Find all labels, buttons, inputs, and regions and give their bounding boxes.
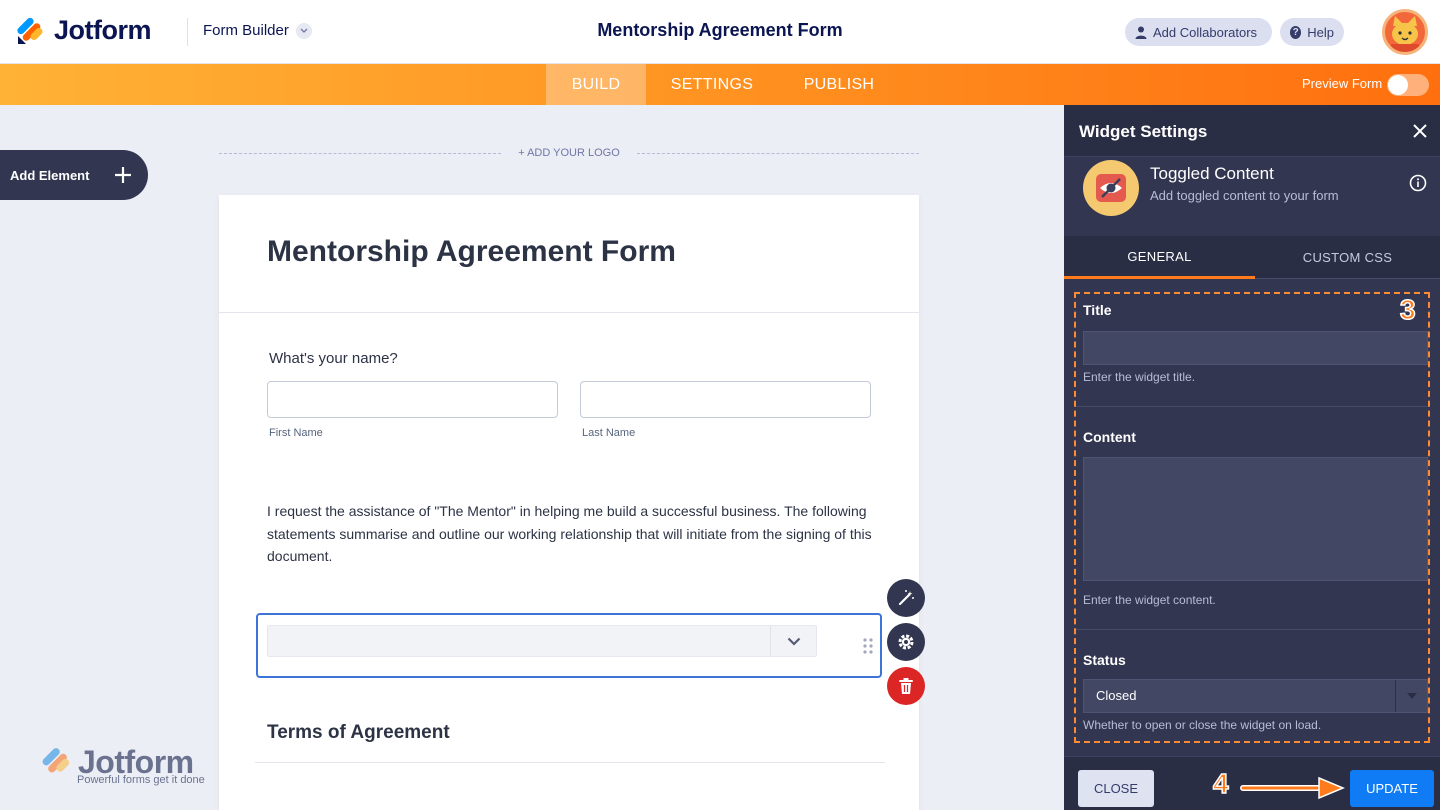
header-divider bbox=[187, 18, 188, 46]
panel-footer: CLOSE 4 UPDATE bbox=[1064, 756, 1440, 810]
title-divider bbox=[219, 312, 919, 313]
toggled-content-widget[interactable] bbox=[256, 613, 882, 678]
toggle-knob bbox=[1388, 75, 1408, 95]
title-input[interactable] bbox=[1083, 331, 1428, 365]
form-title[interactable]: Mentorship Agreement Form bbox=[267, 235, 676, 269]
widget-thumbnail bbox=[1083, 160, 1139, 216]
first-name-sublabel: First Name bbox=[269, 427, 323, 439]
panel-title: Widget Settings bbox=[1079, 122, 1208, 141]
form-builder-label: Form Builder bbox=[203, 22, 289, 39]
add-element-button[interactable]: Add Element bbox=[0, 150, 148, 200]
logo-dashed-line-right bbox=[637, 153, 919, 154]
first-name-input[interactable] bbox=[267, 381, 558, 418]
name-question-label[interactable]: What's your name? bbox=[269, 350, 398, 367]
gear-icon bbox=[898, 634, 914, 650]
magic-wand-icon bbox=[898, 590, 914, 606]
add-collaborators-label: Add Collaborators bbox=[1153, 24, 1258, 40]
caret-down-icon bbox=[1406, 693, 1417, 699]
add-logo-link[interactable]: + ADD YOUR LOGO bbox=[505, 147, 633, 159]
widget-settings-button[interactable] bbox=[887, 623, 925, 661]
watermark-tagline: Powerful forms get it done bbox=[77, 774, 205, 786]
document-title[interactable]: Mentorship Agreement Form bbox=[597, 20, 842, 40]
title-field-help: Enter the widget title. bbox=[1083, 370, 1196, 384]
last-name-input[interactable] bbox=[580, 381, 871, 418]
jotform-watermark-logo-icon bbox=[42, 748, 70, 773]
widget-description: Add toggled content to your form bbox=[1150, 188, 1339, 203]
tab-build[interactable]: BUILD bbox=[546, 64, 646, 105]
add-element-label: Add Element bbox=[10, 167, 90, 183]
widget-expand-toggle[interactable] bbox=[770, 626, 816, 656]
status-select-arrow[interactable] bbox=[1395, 680, 1427, 712]
content-field-label: Content bbox=[1083, 429, 1136, 445]
help-label: Help bbox=[1307, 24, 1334, 40]
field-divider bbox=[1076, 406, 1428, 407]
brand-name: Jotform bbox=[54, 14, 152, 45]
status-field-help: Whether to open or close the widget on l… bbox=[1083, 718, 1322, 732]
delete-field-button[interactable] bbox=[887, 667, 925, 705]
annotation-step-3: 3 bbox=[1399, 293, 1416, 326]
close-icon[interactable] bbox=[1412, 123, 1428, 139]
panel-tabs: GENERAL CUSTOM CSS bbox=[1064, 236, 1440, 279]
tab-publish[interactable]: PUBLISH bbox=[786, 64, 892, 105]
tab-general[interactable]: GENERAL bbox=[1064, 236, 1255, 279]
jotform-logo[interactable]: Jotform bbox=[16, 14, 152, 46]
intro-paragraph[interactable]: I request the assistance of "The Mentor"… bbox=[267, 500, 877, 568]
logo-dashed-line-left bbox=[219, 153, 501, 154]
plus-icon bbox=[115, 167, 131, 183]
form-card: Mentorship Agreement Form What's your na… bbox=[219, 195, 919, 810]
add-collaborators-button[interactable]: Add Collaborators bbox=[1125, 18, 1272, 46]
builder-navbar: BUILD SETTINGS PUBLISH Preview Form bbox=[0, 64, 1440, 105]
chevron-down-icon bbox=[787, 637, 800, 646]
drag-handle-icon[interactable] bbox=[862, 637, 874, 655]
panel-header: Widget Settings bbox=[1064, 105, 1440, 157]
top-header: Jotform Form Builder Mentorship Agreemen… bbox=[0, 0, 1440, 64]
widget-settings-panel: Widget Settings Toggled Content Add togg… bbox=[1064, 105, 1440, 810]
status-selected-value: Closed bbox=[1096, 688, 1137, 703]
tab-custom-css[interactable]: CUSTOM CSS bbox=[1255, 236, 1440, 279]
preview-form-toggle[interactable] bbox=[1387, 74, 1429, 96]
help-button[interactable]: ? Help bbox=[1280, 18, 1344, 46]
magic-wand-button[interactable] bbox=[887, 579, 925, 617]
field-divider bbox=[1076, 629, 1428, 630]
status-field-label: Status bbox=[1083, 652, 1126, 668]
jotform-logo-icon bbox=[17, 17, 43, 44]
content-field-help: Enter the widget content. bbox=[1083, 593, 1216, 607]
info-icon[interactable] bbox=[1409, 174, 1427, 192]
content-textarea[interactable] bbox=[1083, 457, 1428, 581]
widget-name: Toggled Content bbox=[1150, 164, 1274, 183]
cat-avatar-icon bbox=[1391, 16, 1419, 52]
annotation-arrow-icon bbox=[1240, 776, 1345, 800]
form-builder-menu[interactable]: Form Builder bbox=[203, 22, 312, 39]
close-button[interactable]: CLOSE bbox=[1078, 770, 1154, 807]
terms-heading[interactable]: Terms of Agreement bbox=[267, 722, 450, 744]
toggled-content-bar[interactable] bbox=[267, 625, 817, 657]
terms-divider bbox=[255, 762, 885, 763]
last-name-sublabel: Last Name bbox=[582, 427, 636, 439]
question-icon: ? bbox=[1290, 25, 1302, 39]
chevron-down-icon bbox=[295, 22, 312, 39]
user-avatar[interactable] bbox=[1382, 9, 1428, 55]
tab-settings[interactable]: SETTINGS bbox=[656, 64, 768, 105]
status-select[interactable]: Closed bbox=[1083, 679, 1428, 713]
preview-form-label: Preview Form bbox=[1302, 76, 1383, 91]
title-field-label: Title bbox=[1083, 302, 1112, 318]
update-button[interactable]: UPDATE bbox=[1350, 770, 1434, 807]
user-icon bbox=[1135, 26, 1147, 39]
trash-icon bbox=[899, 678, 913, 694]
eye-slash-icon bbox=[1096, 174, 1126, 202]
annotation-step-4: 4 bbox=[1212, 767, 1229, 800]
